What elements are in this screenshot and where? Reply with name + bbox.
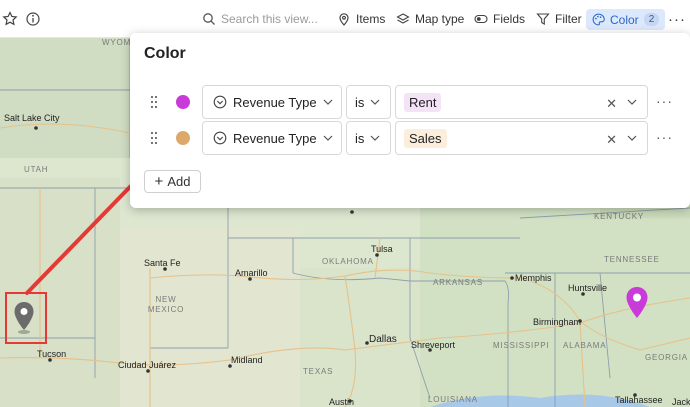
- city-label: Dallas: [369, 334, 397, 345]
- map-pin-icon: [339, 13, 349, 26]
- drag-handle-icon[interactable]: [150, 131, 158, 145]
- plus-icon: +: [154, 173, 164, 190]
- map-type-label: Map type: [415, 12, 465, 26]
- palette-icon: [592, 13, 605, 26]
- items-label: Items: [356, 12, 386, 26]
- chevron-down-icon: [370, 135, 380, 141]
- operator-value: is: [355, 94, 365, 110]
- city-label: Shreveport: [411, 340, 456, 350]
- value-tag: Rent: [404, 92, 442, 112]
- chevron-down-icon: [323, 99, 333, 105]
- state-label: OKLAHOMA: [322, 257, 374, 266]
- state-label: TEXAS: [303, 367, 334, 376]
- state-label: LOUISIANA: [428, 395, 478, 404]
- filter-label: Filter: [555, 12, 582, 26]
- toggle-icon: [474, 14, 488, 24]
- color-rule-row: Revenue Type is Sales ✕ ···: [130, 121, 690, 155]
- field-select[interactable]: Revenue Type: [202, 121, 342, 155]
- annotation-highlight-box: [5, 292, 47, 344]
- dropdown-circle-icon: [213, 131, 227, 145]
- state-label: GEORGIA: [645, 353, 688, 362]
- color-label: Color: [610, 12, 639, 27]
- city-label: Birmingham: [533, 317, 582, 327]
- city-label: Ciudad Juárez: [118, 360, 177, 370]
- clear-icon[interactable]: ✕: [606, 132, 617, 148]
- chevron-down-icon: [323, 135, 333, 141]
- operator-select[interactable]: is: [346, 85, 391, 119]
- field-select[interactable]: Revenue Type: [202, 85, 342, 119]
- operator-select[interactable]: is: [346, 121, 391, 155]
- dropdown-circle-icon: [213, 95, 227, 109]
- city-label: Midland: [231, 355, 263, 365]
- city-label: Amarillo: [235, 268, 268, 278]
- state-label: MISSISSIPPI: [493, 341, 550, 350]
- filter-icon: [536, 13, 550, 25]
- value-select[interactable]: Rent ✕: [395, 85, 648, 119]
- search-icon: [203, 13, 215, 25]
- more-options-icon[interactable]: ···: [656, 129, 673, 145]
- city-label: Austin: [329, 397, 355, 407]
- value-tag: Sales: [404, 128, 447, 148]
- city-label: Santa Fe: [144, 258, 181, 268]
- layers-icon: [396, 13, 410, 24]
- add-rule-button[interactable]: + Add: [144, 170, 201, 193]
- city-label: Salt Lake City: [4, 113, 60, 123]
- state-label: TENNESSEE: [604, 255, 660, 264]
- chevron-down-icon: [627, 99, 637, 105]
- more-options-icon[interactable]: ···: [656, 93, 673, 109]
- field-select-value: Revenue Type: [233, 94, 317, 110]
- value-select[interactable]: Sales ✕: [395, 121, 648, 155]
- city-label: Tulsa: [371, 244, 393, 254]
- color-rule-row: Revenue Type is Rent ✕ ···: [130, 85, 690, 119]
- city-label: Huntsville: [568, 283, 608, 293]
- chevron-down-icon: [627, 135, 637, 141]
- map-pin-rent[interactable]: [624, 286, 650, 322]
- drag-handle-icon[interactable]: [150, 95, 158, 109]
- info-icon[interactable]: [25, 11, 41, 27]
- state-label: KENTUCKY: [594, 212, 644, 221]
- state-label: ALABAMA: [563, 341, 607, 350]
- field-select-value: Revenue Type: [233, 130, 317, 146]
- search-placeholder: Search this view...: [221, 12, 318, 26]
- add-label: Add: [167, 174, 191, 189]
- star-icon[interactable]: [2, 11, 18, 27]
- city-label: Tucson: [37, 349, 67, 359]
- operator-value: is: [355, 130, 365, 146]
- state-label: NEW MEXICO: [147, 295, 185, 314]
- city-label: Tallahassee: [615, 395, 663, 405]
- chevron-down-icon: [370, 99, 380, 105]
- color-swatch[interactable]: [176, 95, 190, 109]
- state-label: UTAH: [24, 165, 49, 174]
- state-label: ARKANSAS: [433, 278, 483, 287]
- color-swatch[interactable]: [176, 131, 190, 145]
- more-icon: ···: [668, 10, 686, 28]
- clear-icon[interactable]: ✕: [606, 96, 617, 112]
- popup-title: Color: [144, 45, 186, 62]
- color-button[interactable]: Color 2: [586, 9, 666, 30]
- color-popup: Color Revenue Type is Rent ✕ ··· Revenue…: [130, 33, 690, 208]
- fields-label: Fields: [493, 12, 526, 26]
- color-count-badge: 2: [643, 13, 660, 26]
- city-label: Jack: [672, 397, 690, 407]
- city-label: Memphis: [515, 273, 552, 283]
